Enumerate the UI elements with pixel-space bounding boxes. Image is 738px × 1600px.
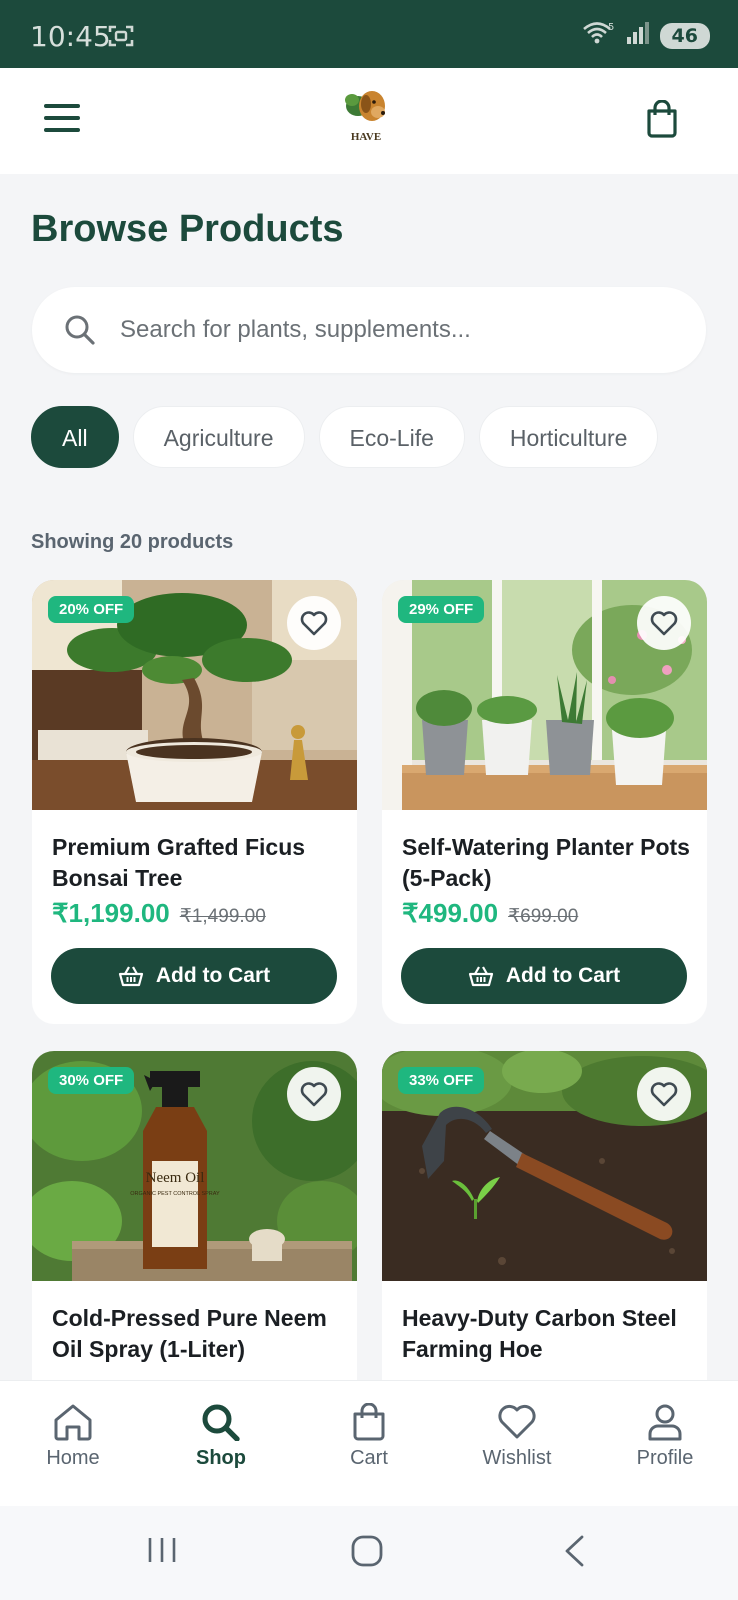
back-chevron-icon (565, 1535, 584, 1567)
brand-logo[interactable]: HAVE (340, 86, 392, 146)
bag-icon (353, 1403, 385, 1441)
wishlist-button[interactable] (637, 596, 691, 650)
app-header: HAVE (0, 68, 738, 174)
product-price: ₹1,199.00 (52, 898, 170, 928)
product-card[interactable]: 29% OFF Self-Watering Planter Pots (5-Pa… (382, 580, 707, 1024)
status-bar: 10:45 5 46 (0, 0, 738, 68)
wishlist-button[interactable] (287, 1067, 341, 1121)
nav-cart-label: Cart (350, 1447, 388, 1469)
page-title: Browse Products (31, 208, 344, 250)
category-chip-all[interactable]: All (31, 406, 119, 468)
system-navigation-bar (0, 1506, 738, 1600)
add-to-cart-button[interactable]: Add to Cart (51, 948, 337, 1004)
product-name[interactable]: Premium Grafted Ficus Bonsai Tree (52, 832, 342, 894)
wifi-icon: 5 (582, 20, 616, 51)
battery-indicator: 46 (659, 22, 710, 49)
status-time: 10:45 (30, 20, 111, 53)
svg-text:5: 5 (608, 22, 614, 33)
add-to-cart-button[interactable]: Add to Cart (401, 948, 687, 1004)
nav-home[interactable]: Home (13, 1403, 133, 1470)
category-chip-eco-life[interactable]: Eco-Life (318, 406, 465, 468)
product-name[interactable]: Cold-Pressed Pure Neem Oil Spray (1-Lite… (52, 1303, 342, 1365)
discount-badge: 30% OFF (48, 1067, 135, 1094)
category-chip-agriculture[interactable]: Agriculture (132, 406, 305, 468)
menu-icon (44, 104, 80, 108)
heart-icon (498, 1404, 536, 1439)
nav-wishlist-label: Wishlist (482, 1447, 552, 1469)
nav-profile[interactable]: Profile (605, 1403, 725, 1470)
recent-apps-icon (148, 1538, 176, 1562)
wishlist-button[interactable] (287, 596, 341, 650)
product-name[interactable]: Self-Watering Planter Pots (5-Pack) (402, 832, 692, 894)
product-old-price: ₹1,499.00 (179, 906, 266, 927)
product-price: ₹499.00 (402, 898, 499, 928)
nav-profile-label: Profile (636, 1447, 694, 1469)
search-icon (64, 314, 96, 351)
search-bar[interactable] (32, 287, 706, 373)
bottle-label-title: Neem Oil (146, 1170, 205, 1186)
recent-apps-button[interactable] (146, 1534, 178, 1571)
discount-badge: 29% OFF (398, 596, 485, 623)
back-button[interactable] (562, 1534, 586, 1573)
heart-icon (300, 1082, 328, 1107)
signal-icon (626, 21, 650, 50)
discount-badge: 20% OFF (48, 596, 135, 623)
nav-cart[interactable]: Cart (309, 1403, 429, 1470)
add-to-cart-label: Add to Cart (505, 964, 621, 987)
basket-icon (118, 966, 143, 987)
discount-badge: 33% OFF (398, 1067, 485, 1094)
price-row: ₹1,199.00 ₹1,499.00 (52, 898, 266, 929)
menu-button[interactable] (44, 104, 80, 136)
shopping-bag-icon (647, 99, 677, 138)
search-icon (202, 1404, 240, 1441)
bottom-navigation: Home Shop Cart Wishlist Profile (0, 1380, 738, 1506)
product-count: Showing 20 products (31, 531, 234, 553)
home-circle-icon (351, 1535, 383, 1567)
basket-icon (468, 966, 493, 987)
product-name[interactable]: Heavy-Duty Carbon Steel Farming Hoe (402, 1303, 692, 1365)
heart-icon (650, 1082, 678, 1107)
heart-icon (300, 611, 328, 636)
dog-logo-icon (345, 91, 385, 121)
home-icon (54, 1404, 92, 1441)
search-input[interactable] (120, 305, 680, 355)
nav-shop-label: Shop (196, 1447, 246, 1469)
home-system-button[interactable] (350, 1534, 384, 1573)
screenshot-icon (108, 24, 134, 53)
cart-button[interactable] (644, 99, 680, 143)
nav-shop[interactable]: Shop (161, 1403, 281, 1470)
wishlist-button[interactable] (637, 1067, 691, 1121)
heart-icon (650, 611, 678, 636)
product-card[interactable]: 20% OFF Premium Grafted Ficus Bonsai Tre… (32, 580, 357, 1024)
nav-home-label: Home (46, 1447, 100, 1469)
category-chip-horticulture[interactable]: Horticulture (478, 406, 659, 468)
user-icon (648, 1404, 682, 1441)
add-to-cart-label: Add to Cart (155, 964, 271, 987)
price-row: ₹499.00 ₹699.00 (402, 898, 578, 929)
bottle-label-subtitle: ORGANIC PEST CONTROL SPRAY (130, 1191, 220, 1197)
category-filter: All Agriculture Eco-Life Horticulture (31, 406, 738, 470)
logo-text: HAVE (350, 131, 382, 143)
nav-wishlist[interactable]: Wishlist (457, 1403, 577, 1470)
product-old-price: ₹699.00 (508, 906, 579, 927)
